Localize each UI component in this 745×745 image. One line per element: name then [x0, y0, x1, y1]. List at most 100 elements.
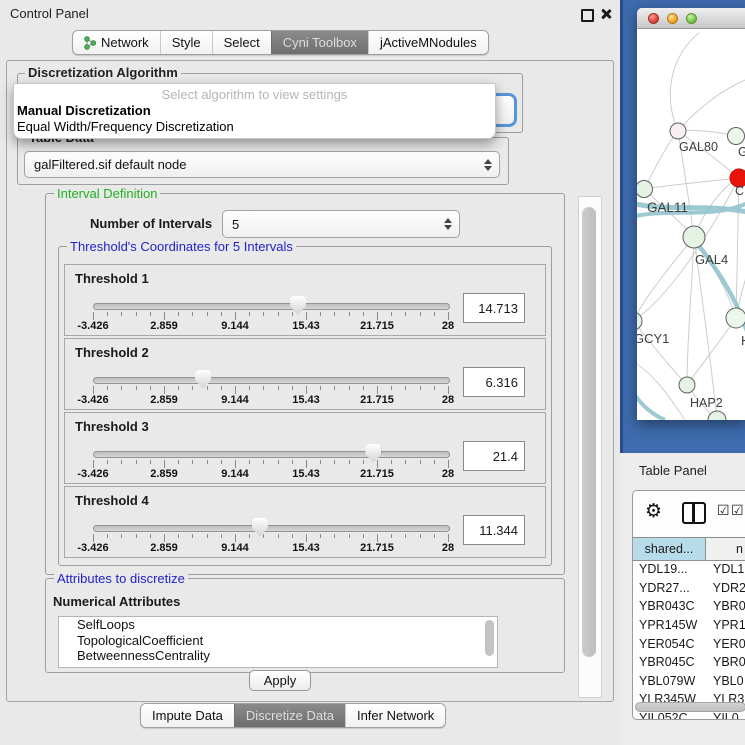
network-node-gal80[interactable] [670, 123, 686, 139]
attributes-group-label: Attributes to discretize [54, 571, 188, 586]
axis-tick-label: 21.715 [360, 394, 394, 406]
threshold-value-field[interactable]: 14.713 [463, 293, 525, 323]
network-node-gal11[interactable] [637, 181, 653, 198]
checkbox-icon[interactable]: ☑ [731, 502, 744, 519]
table-horizontal-scrollbar[interactable] [635, 702, 745, 712]
algorithm-option-equal-width[interactable]: Equal Width/Frequency Discretization [16, 119, 493, 135]
algorithm-option-manual[interactable]: Manual Discretization [16, 103, 493, 119]
network-desktop-area: GAL80G.CGAL11GAL4GCY1HHAP2 [620, 0, 745, 453]
combo-spinner-icon [443, 218, 451, 230]
threshold-value-field[interactable]: 11.344 [463, 515, 525, 545]
table-row[interactable]: YPR145WYPR1 [633, 616, 745, 635]
axis-tick-label: 15.43 [292, 320, 320, 332]
table-row[interactable]: YBR043CYBR0 [633, 597, 745, 616]
axis-tick-label: -3.426 [77, 320, 108, 332]
network-node-gal4[interactable] [683, 226, 705, 248]
cell-shared-name: YBL079W [633, 674, 707, 688]
node-label: G. [738, 145, 745, 159]
interval-definition-group: Interval Definition Number of Intervals … [45, 193, 565, 575]
list-scrollbar[interactable] [485, 620, 494, 656]
number-of-intervals-combobox[interactable]: 5 [222, 210, 460, 238]
axis-tick-label: 2.859 [150, 542, 178, 554]
network-node-g[interactable] [728, 128, 745, 145]
number-of-intervals-label: Number of Intervals [90, 216, 212, 231]
mac-minimize-icon[interactable] [667, 13, 678, 24]
axis-tick-label: 2.859 [150, 468, 178, 480]
mac-zoom-icon[interactable] [686, 13, 697, 24]
tab-select[interactable]: Select [212, 31, 271, 54]
columns-icon[interactable] [682, 502, 706, 524]
tab-jactivemnodules[interactable]: jActiveMNodules [368, 31, 488, 54]
attribute-list-item[interactable]: BetweennessCentrality [59, 648, 497, 664]
tab-cyni-toolbox[interactable]: Cyni Toolbox [271, 31, 368, 54]
gear-icon[interactable]: ⚙ [645, 501, 662, 523]
slider-ticks [93, 386, 448, 395]
tab-label: Network [101, 35, 149, 50]
network-view-window[interactable]: GAL80G.CGAL11GAL4GCY1HHAP2 [637, 8, 745, 420]
tab-discretize-data[interactable]: Discretize Data [234, 704, 345, 727]
slider-ticks [93, 534, 448, 543]
axis-tick-label: 15.43 [292, 468, 320, 480]
cell-name: YBL0 [707, 674, 744, 688]
hscroll-thumb[interactable] [635, 702, 745, 712]
column-header-shared-name[interactable]: shared... [633, 538, 706, 560]
cell-name: YDL1 [707, 562, 744, 576]
node-label: GAL4 [695, 252, 728, 267]
table-row[interactable]: YBR045CYBR0 [633, 653, 745, 672]
axis-tick-label: 2.859 [150, 320, 178, 332]
axis-tick-label: 21.715 [360, 468, 394, 480]
slider-track[interactable] [93, 303, 450, 310]
algorithm-dropdown: Select algorithm to view settings Manual… [13, 83, 496, 139]
slider-track[interactable] [93, 377, 450, 384]
attribute-list-item[interactable]: SelfLoops [59, 617, 497, 633]
network-window-titlebar[interactable] [637, 8, 745, 29]
tab-infer-network[interactable]: Infer Network [345, 704, 445, 727]
numerical-attributes-list[interactable]: SelfLoopsTopologicalCoefficientBetweenne… [58, 616, 498, 668]
tab-label: Cyni Toolbox [283, 35, 357, 50]
slider-track[interactable] [93, 525, 450, 532]
network-node[interactable] [708, 411, 726, 420]
cell-shared-name: YDR27... [633, 581, 707, 595]
table-row[interactable]: YER054CYER0 [633, 634, 745, 653]
table-data-group: Table Data galFiltered.sif default node [17, 137, 509, 185]
network-graph[interactable]: GAL80G.CGAL11GAL4GCY1HHAP2 [637, 29, 745, 420]
table-row[interactable]: YDL19...YDL1 [633, 560, 745, 579]
threshold-value-field[interactable]: 6.316 [463, 367, 525, 397]
float-window-icon[interactable] [581, 9, 594, 22]
cell-shared-name: YER054C [633, 637, 707, 651]
cell-name: YER0 [707, 637, 745, 651]
threshold-value-field[interactable]: 21.4 [463, 441, 525, 471]
network-node-hap2[interactable] [679, 377, 695, 393]
algorithm-hint: Select algorithm to view settings [14, 87, 495, 102]
axis-tick-label: 21.715 [360, 542, 394, 554]
network-node-h[interactable] [726, 308, 745, 328]
panel-scrollbar[interactable] [578, 196, 602, 698]
panel-title: Control Panel [10, 6, 89, 21]
cell-shared-name: YPR145W [633, 618, 707, 632]
panel-scrollbar-thumb[interactable] [582, 207, 596, 657]
close-icon[interactable] [600, 8, 612, 20]
table-row[interactable]: YDR27...YDR2 [633, 579, 745, 598]
tab-label: Select [224, 35, 260, 50]
network-nodes[interactable] [637, 123, 745, 420]
threshold-label: Threshold 3 [75, 419, 149, 434]
slider-track[interactable] [93, 451, 450, 458]
axis-tick-label: 28 [442, 468, 454, 480]
apply-button[interactable]: Apply [249, 670, 311, 691]
table-row[interactable]: YBL079WYBL0 [633, 672, 745, 691]
tab-impute-data[interactable]: Impute Data [141, 704, 234, 727]
table-data-combobox[interactable]: galFiltered.sif default node [24, 151, 500, 178]
attribute-list-item[interactable]: TopologicalCoefficient [59, 633, 497, 649]
tab-network[interactable]: Network [73, 31, 160, 54]
mac-close-icon[interactable] [648, 13, 659, 24]
tab-label: Impute Data [152, 708, 223, 723]
node-label: HAP2 [690, 396, 723, 410]
tab-label: jActiveMNodules [380, 35, 477, 50]
node-label: H [741, 333, 745, 348]
threshold-panel-1: Threshold 1-3.4262.8599.14415.4321.71528… [64, 264, 546, 336]
tab-style[interactable]: Style [160, 31, 212, 54]
threshold-panel-2: Threshold 2-3.4262.8599.14415.4321.71528… [64, 338, 546, 410]
network-canvas[interactable]: GAL80G.CGAL11GAL4GCY1HHAP2 [637, 29, 745, 420]
column-header-name[interactable]: n [706, 538, 745, 560]
checkbox-icon[interactable]: ☑ [717, 502, 730, 519]
